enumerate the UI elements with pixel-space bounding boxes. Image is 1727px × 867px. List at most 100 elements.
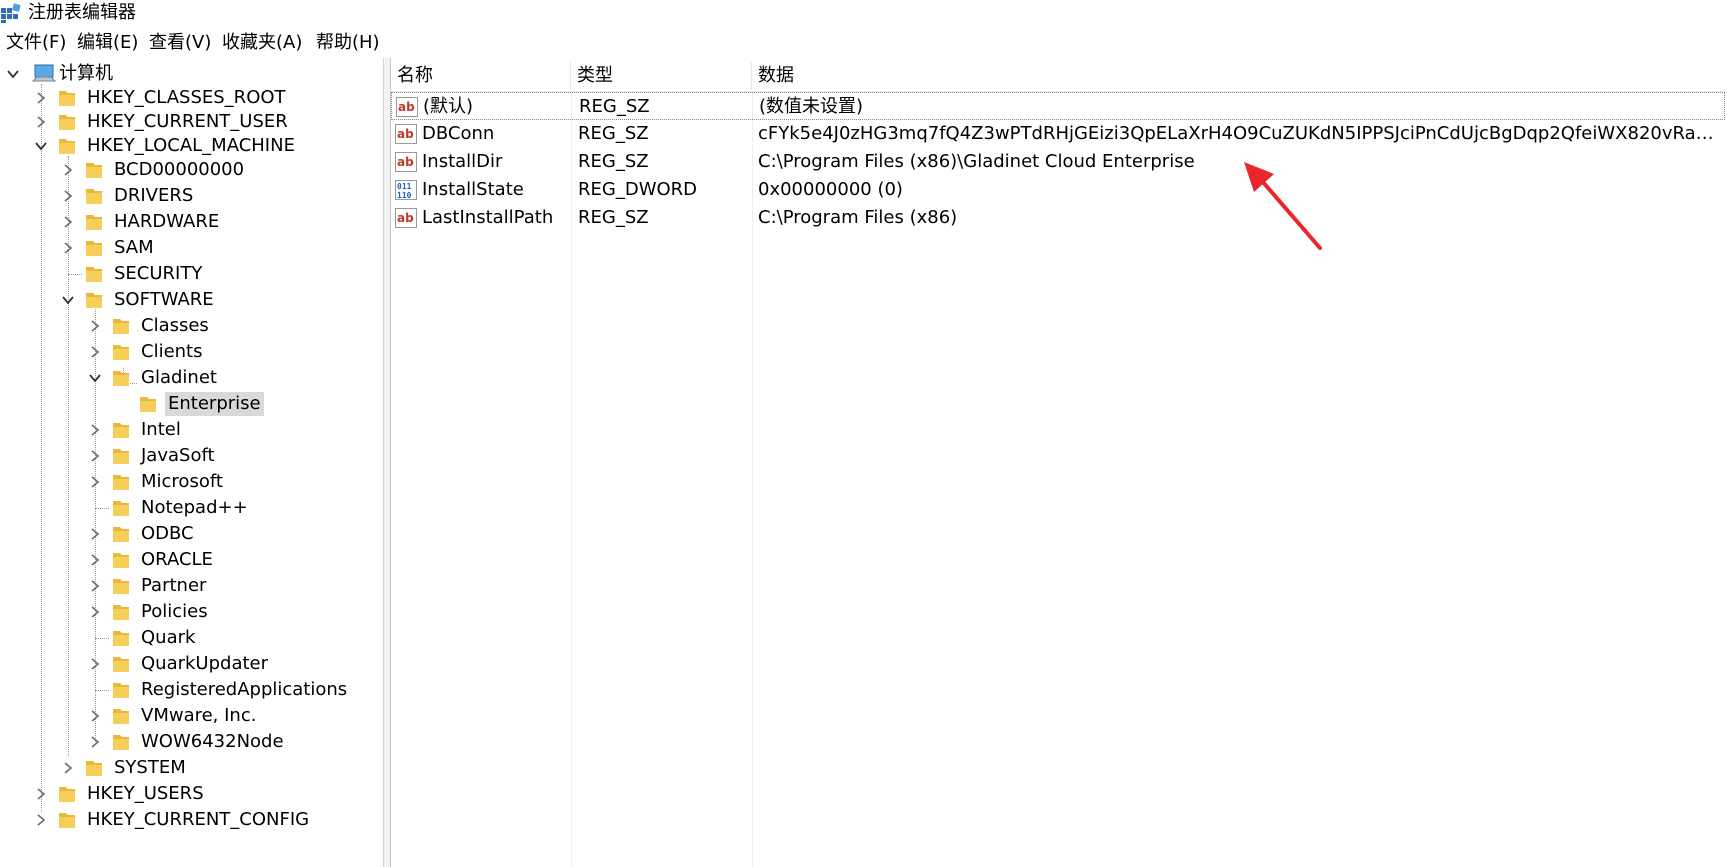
chevron-right-icon[interactable] <box>34 91 48 105</box>
value-row-installstate[interactable]: 011 110 InstallState REG_DWORD 0x0000000… <box>391 176 1727 204</box>
menu-favorites[interactable]: 收藏夹(A) <box>222 30 302 56</box>
folder-icon <box>113 319 129 334</box>
tree-item-notepadpp[interactable]: Notepad++ <box>0 495 251 521</box>
tree-item-quarkupdater[interactable]: QuarkUpdater <box>0 651 271 677</box>
tree-item-hkey-local-machine[interactable]: HKEY_LOCAL_MACHINE <box>0 133 298 159</box>
chevron-right-icon[interactable] <box>61 241 75 255</box>
tree-item-computer[interactable]: 计算机 <box>0 61 116 87</box>
chevron-right-icon[interactable] <box>88 553 102 567</box>
chevron-down-icon[interactable] <box>61 293 75 307</box>
folder-icon <box>86 189 102 204</box>
chevron-right-icon[interactable] <box>88 319 102 333</box>
tree-item-registeredapplications[interactable]: RegisteredApplications <box>0 677 350 703</box>
tree-item-microsoft[interactable]: Microsoft <box>0 469 226 495</box>
pane-splitter[interactable] <box>384 58 391 867</box>
tree-item-gladinet[interactable]: Gladinet <box>0 365 220 391</box>
svg-text:ab: ab <box>398 100 415 114</box>
tree-label: DRIVERS <box>114 185 194 206</box>
tree-label: SECURITY <box>114 263 203 284</box>
menu-edit[interactable]: 编辑(E) <box>77 30 138 56</box>
chevron-right-icon[interactable] <box>88 475 102 489</box>
tree-item-wow6432node[interactable]: WOW6432Node <box>0 729 287 755</box>
folder-icon <box>113 371 129 386</box>
chevron-right-icon[interactable] <box>88 449 102 463</box>
tree-label-selected: Enterprise <box>165 392 264 416</box>
chevron-right-icon[interactable] <box>88 735 102 749</box>
tree-item-clients[interactable]: Clients <box>0 339 206 365</box>
value-data: cFYk5e4J0zHG3mq7fQ4Z3wPTdRHjGEizi3QpELaX… <box>758 123 1718 144</box>
title-bar: 注册表编辑器 <box>0 0 1727 28</box>
tree-label: BCD00000000 <box>114 159 245 180</box>
chevron-right-icon[interactable] <box>61 189 75 203</box>
tree-item-hkey-current-user[interactable]: HKEY_CURRENT_USER <box>0 109 291 135</box>
tree-item-enterprise[interactable]: Enterprise <box>0 391 264 417</box>
chevron-right-icon[interactable] <box>34 813 48 827</box>
tree-item-vmware[interactable]: VMware, Inc. <box>0 703 259 729</box>
chevron-right-icon[interactable] <box>88 579 102 593</box>
tree-item-odbc[interactable]: ODBC <box>0 521 197 547</box>
chevron-right-icon[interactable] <box>88 605 102 619</box>
tree-item-partner[interactable]: Partner <box>0 573 209 599</box>
folder-icon <box>113 605 129 620</box>
chevron-right-icon[interactable] <box>88 709 102 723</box>
folder-icon <box>113 345 129 360</box>
tree-item-bcd00000000[interactable]: BCD00000000 <box>0 157 247 183</box>
menu-file[interactable]: 文件(F) <box>6 30 66 56</box>
tree-label: Quark <box>141 627 196 648</box>
tree-item-classes[interactable]: Classes <box>0 313 212 339</box>
chevron-down-icon[interactable] <box>6 67 20 81</box>
chevron-right-icon[interactable] <box>61 215 75 229</box>
tree-label: HKEY_CURRENT_CONFIG <box>87 809 310 830</box>
chevron-right-icon[interactable] <box>34 787 48 801</box>
folder-icon <box>113 475 129 490</box>
tree-item-oracle[interactable]: ORACLE <box>0 547 216 573</box>
chevron-right-icon[interactable] <box>61 163 75 177</box>
registry-editor-icon <box>1 3 21 23</box>
value-row-installdir[interactable]: ab InstallDir REG_SZ C:\Program Files (x… <box>391 148 1727 176</box>
tree-item-policies[interactable]: Policies <box>0 599 211 625</box>
string-value-icon: ab <box>395 208 417 228</box>
value-data: (数值未设置) <box>759 96 864 117</box>
chevron-right-icon[interactable] <box>88 345 102 359</box>
chevron-right-icon[interactable] <box>88 527 102 541</box>
value-row-lastinstallpath[interactable]: ab LastInstallPath REG_SZ C:\Program Fil… <box>391 204 1727 232</box>
chevron-right-icon[interactable] <box>61 761 75 775</box>
tree-label: 计算机 <box>59 63 113 84</box>
folder-icon <box>113 735 129 750</box>
tree-label: ODBC <box>141 523 194 544</box>
column-header-name[interactable]: 名称 <box>391 62 571 90</box>
chevron-right-icon[interactable] <box>88 657 102 671</box>
svg-text:110: 110 <box>397 191 412 200</box>
tree-item-javasoft[interactable]: JavaSoft <box>0 443 218 469</box>
value-row-dbconn[interactable]: ab DBConn REG_SZ cFYk5e4J0zHG3mq7fQ4Z3wP… <box>391 120 1727 148</box>
folder-icon <box>113 683 129 698</box>
tree-item-hkey-current-config[interactable]: HKEY_CURRENT_CONFIG <box>0 807 312 833</box>
folder-icon <box>86 163 102 178</box>
tree-item-software[interactable]: SOFTWARE <box>0 287 217 313</box>
value-row-default[interactable]: ab (默认) REG_SZ (数值未设置) <box>391 92 1725 120</box>
tree-label: SAM <box>114 237 154 258</box>
menu-view[interactable]: 查看(V) <box>149 30 211 56</box>
tree-item-security[interactable]: SECURITY <box>0 261 205 287</box>
chevron-down-icon[interactable] <box>88 371 102 385</box>
tree-label: Policies <box>141 601 208 622</box>
column-header-data[interactable]: 数据 <box>752 62 1727 90</box>
tree-item-quark[interactable]: Quark <box>0 625 198 651</box>
tree-item-sam[interactable]: SAM <box>0 235 157 261</box>
tree-item-drivers[interactable]: DRIVERS <box>0 183 196 209</box>
chevron-down-icon[interactable] <box>34 139 48 153</box>
tree-label: Notepad++ <box>141 497 248 518</box>
tree-item-system[interactable]: SYSTEM <box>0 755 189 781</box>
tree-item-hardware[interactable]: HARDWARE <box>0 209 222 235</box>
menu-help[interactable]: 帮助(H) <box>316 30 380 56</box>
chevron-right-icon[interactable] <box>34 115 48 129</box>
column-header-type[interactable]: 类型 <box>571 62 752 90</box>
registry-tree[interactable]: 计算机 HKEY_CLASSES_ROOT HKEY_CURRENT_USER … <box>0 58 384 867</box>
tree-item-hkey-users[interactable]: HKEY_USERS <box>0 781 207 807</box>
tree-item-intel[interactable]: Intel <box>0 417 184 443</box>
tree-label: JavaSoft <box>141 445 215 466</box>
tree-item-hkey-classes-root[interactable]: HKEY_CLASSES_ROOT <box>0 85 289 111</box>
folder-icon <box>59 787 75 802</box>
chevron-right-icon[interactable] <box>88 423 102 437</box>
values-list[interactable]: 名称 类型 数据 ab (默认) REG_SZ (数值未设置) ab DBCon… <box>391 58 1727 867</box>
